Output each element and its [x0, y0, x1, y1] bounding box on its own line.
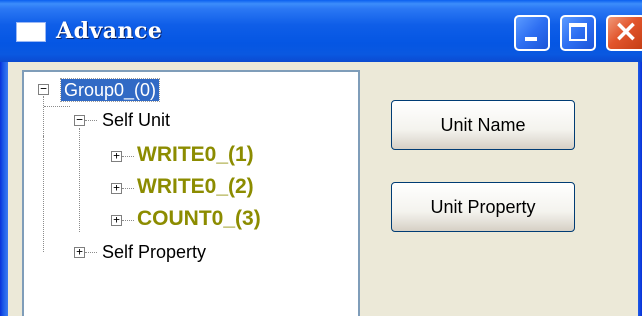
window-icon — [16, 22, 46, 42]
minimize-icon — [525, 37, 537, 41]
expand-icon[interactable]: + — [111, 182, 122, 194]
tree-line — [122, 220, 134, 221]
close-icon: × — [613, 14, 639, 49]
maximize-button[interactable] — [560, 15, 596, 51]
tree-node-unit[interactable]: WRITE0_(1) — [137, 143, 254, 167]
title-bar[interactable]: Advance × — [0, 0, 642, 62]
tree-line — [43, 96, 44, 136]
collapse-icon[interactable]: − — [74, 114, 85, 126]
minimize-button[interactable] — [514, 15, 550, 51]
tree-line — [85, 120, 97, 121]
tree-node-self-unit[interactable]: Self Unit — [102, 109, 170, 131]
tree-line — [85, 252, 97, 253]
tree-line — [122, 156, 134, 157]
tree-node-unit[interactable]: COUNT0_(3) — [137, 207, 261, 231]
tree-node-unit[interactable]: WRITE0_(2) — [137, 175, 254, 199]
unit-tree-view[interactable]: − Group0_(0) − Self Unit + WRITE0_(1) + … — [22, 70, 360, 316]
unit-name-button[interactable]: Unit Name — [391, 100, 575, 150]
collapse-icon[interactable]: − — [38, 83, 49, 95]
tree-line — [44, 106, 70, 107]
expand-icon[interactable]: + — [74, 246, 85, 258]
expand-icon[interactable]: + — [111, 214, 122, 226]
advance-window: Advance × − Group0_(0) − Self Unit + WRI… — [0, 0, 642, 316]
maximize-icon — [569, 23, 587, 41]
unit-property-button[interactable]: Unit Property — [391, 182, 575, 232]
expand-icon[interactable]: + — [111, 150, 122, 162]
close-button[interactable]: × — [606, 15, 642, 51]
tree-node-self-property[interactable]: Self Property — [102, 241, 206, 263]
window-title: Advance — [56, 18, 163, 44]
tree-node-group0[interactable]: Group0_(0) — [59, 78, 161, 102]
tree-line — [122, 188, 134, 189]
window-frame-right — [638, 62, 642, 316]
tree-line — [79, 128, 80, 232]
tree-line — [43, 136, 44, 252]
window-frame-left — [0, 62, 8, 316]
